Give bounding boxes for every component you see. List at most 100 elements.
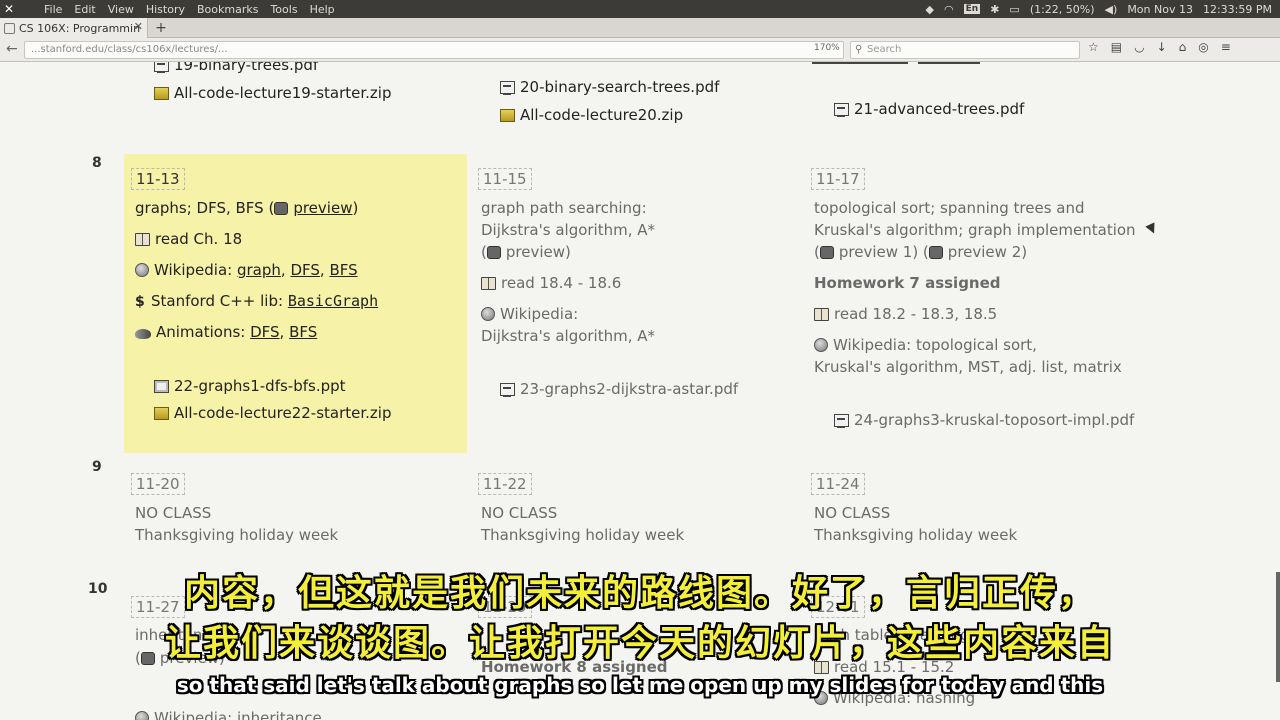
wikipedia-links[interactable]: Dijkstra's algorithm, A* <box>481 327 655 345</box>
video-preview-icon <box>486 246 501 259</box>
preview-links: (preview 1) (preview 2) <box>814 243 1028 261</box>
wikipedia-globe-icon <box>481 307 495 321</box>
mouse-cursor-icon <box>1145 222 1159 236</box>
preview-1-link[interactable]: preview 1 <box>839 243 912 261</box>
page-favicon-icon <box>4 22 15 34</box>
zip-file-icon <box>154 407 169 420</box>
system-tray: ◆ ◠ En ✱ ▭ (1:22, 50%) ◀) Mon Nov 13 12:… <box>926 0 1272 18</box>
file-link[interactable]: 20-binary-search-trees.pdf <box>500 78 719 96</box>
new-tab-button[interactable]: + <box>152 18 170 38</box>
search-placeholder: Search <box>867 44 902 55</box>
menu-tools[interactable]: Tools <box>270 3 297 16</box>
file-link[interactable]: All-code-lecture19-starter.zip <box>154 84 391 102</box>
preview-link[interactable]: (preview) <box>481 243 571 261</box>
lecture-topic-line2: Kruskal's algorithm; graph implementatio… <box>814 221 1136 239</box>
dropbox-icon[interactable]: ◆ <box>926 3 934 16</box>
date-badge: 11-17 <box>811 168 865 190</box>
keyboard-layout-indicator[interactable]: En <box>963 4 981 14</box>
menu-file[interactable]: File <box>44 3 62 16</box>
wikipedia-links[interactable]: Kruskal's algorithm, MST, adj. list, mat… <box>814 358 1122 376</box>
basicgraph-link[interactable]: BasicGraph <box>288 292 378 310</box>
wikipedia-links: Wikipedia: graph, DFS, BFS <box>135 261 358 279</box>
pdf-file-icon <box>500 383 515 397</box>
date-badge: 11-24 <box>811 473 865 495</box>
pdf-file-icon <box>834 103 849 117</box>
search-icon: ⚲ <box>855 44 863 55</box>
battery-status[interactable]: (1:22, 50%) <box>1030 3 1095 16</box>
date-badge: 11-15 <box>478 168 532 190</box>
no-class-label: NO CLASS <box>814 504 891 522</box>
anim-dfs-link[interactable]: DFS <box>250 323 279 341</box>
tab-cs106x[interactable]: CS 106X: Programmin ✕ <box>0 18 148 38</box>
wikipedia-globe-icon <box>135 711 149 720</box>
wiki-graph-link[interactable]: graph <box>237 261 281 279</box>
sync-icon[interactable]: ◎ <box>1198 40 1208 54</box>
anim-bfs-link[interactable]: BFS <box>289 323 317 341</box>
menu-help[interactable]: Help <box>310 3 335 16</box>
zoom-level[interactable]: 170% <box>814 43 840 53</box>
date-badge: 11-22 <box>478 473 532 495</box>
hamburger-menu-icon[interactable]: ≡ <box>1221 40 1231 54</box>
wikipedia-label: Wikipedia: <box>481 305 578 323</box>
tab-strip: CS 106X: Programmin ✕ + <box>0 18 1280 38</box>
reading-list-icon[interactable]: ▤ <box>1111 40 1122 54</box>
downloads-icon[interactable]: ↓ <box>1157 40 1167 54</box>
wikipedia-globe-icon <box>135 263 149 277</box>
homework-assigned: Homework 7 assigned <box>814 274 1001 292</box>
zip-file-icon <box>500 109 515 122</box>
no-class-label: NO CLASS <box>481 504 558 522</box>
reading-assignment: read 18.4 - 18.6 <box>481 274 621 292</box>
file-link[interactable]: 21-advanced-trees.pdf <box>834 100 1024 118</box>
holiday-label: Thanksgiving holiday week <box>481 526 685 544</box>
stanford-lib-link-row: $ Stanford C++ lib: BasicGraph <box>135 292 379 310</box>
file-link[interactable]: All-code-lecture20.zip <box>500 106 683 124</box>
lecture-topic: topological sort; spanning trees and <box>814 199 1085 217</box>
clock-display[interactable]: 12:33:59 PM <box>1203 3 1272 16</box>
pocket-icon[interactable]: ◡ <box>1134 40 1144 54</box>
reading-assignment: read 18.2 - 18.3, 18.5 <box>814 305 997 323</box>
home-icon[interactable]: ⌂ <box>1179 40 1187 54</box>
animations-links: Animations: DFS, BFS <box>135 323 317 341</box>
pdf-file-icon <box>834 414 849 428</box>
stanford-s-icon: $ <box>135 294 145 310</box>
battery-icon[interactable]: ▭ <box>1009 3 1019 16</box>
menu-view[interactable]: View <box>108 3 134 16</box>
back-arrow-icon[interactable]: ← <box>6 41 18 57</box>
no-class-label: NO CLASS <box>135 504 212 522</box>
wikipedia-links[interactable]: Wikipedia: inheritance <box>135 709 322 720</box>
file-link[interactable]: All-code-lecture22-starter.zip <box>154 404 391 422</box>
holiday-label: Thanksgiving holiday week <box>814 526 1018 544</box>
lecture-topic-line2: Dijkstra's algorithm, A* <box>481 221 656 239</box>
url-bar[interactable]: ...stanford.edu/class/cs106x/lectures/..… <box>24 41 844 59</box>
volume-icon[interactable]: ◀) <box>1105 3 1118 16</box>
file-link[interactable]: 23-graphs2-dijkstra-astar.pdf <box>500 380 738 398</box>
tab-close-icon[interactable]: ✕ <box>134 20 143 33</box>
date-badge: 11-20 <box>131 473 185 495</box>
file-link[interactable]: 24-graphs3-kruskal-toposort-impl.pdf <box>834 411 1134 429</box>
wiki-dfs-link[interactable]: DFS <box>290 261 319 279</box>
menu-edit[interactable]: Edit <box>74 3 95 16</box>
date-display[interactable]: Mon Nov 13 <box>1127 3 1193 16</box>
menu-bookmarks[interactable]: Bookmarks <box>197 3 258 16</box>
ppt-file-icon <box>154 380 169 393</box>
wiki-bfs-link[interactable]: BFS <box>329 261 357 279</box>
bluetooth-icon[interactable]: ✱ <box>990 3 999 16</box>
book-icon <box>814 308 829 321</box>
wifi-icon[interactable]: ◠ <box>944 3 954 16</box>
wikipedia-globe-icon <box>814 338 828 352</box>
url-text: ...stanford.edu/class/cs106x/lectures/..… <box>31 44 228 55</box>
week-number: 9 <box>92 459 102 475</box>
preview-link[interactable]: preview <box>293 199 352 217</box>
pdf-file-icon <box>154 62 169 73</box>
tab-title: CS 106X: Programmin <box>19 21 141 35</box>
menu-history[interactable]: History <box>146 3 185 16</box>
divider <box>812 62 908 64</box>
bookmark-star-icon[interactable]: ☆ <box>1088 40 1099 54</box>
search-input[interactable]: ⚲ Search <box>850 41 1080 59</box>
preview-2-link[interactable]: preview 2 <box>948 243 1021 261</box>
file-link[interactable]: 22-graphs1-dfs-bfs.ppt <box>154 377 346 395</box>
lecture-topic: graphs; DFS, BFS (preview) <box>135 199 359 217</box>
wikipedia-label[interactable]: Wikipedia: topological sort, <box>814 336 1037 354</box>
window-close-icon[interactable]: ✕ <box>0 2 18 16</box>
file-link[interactable]: 19-binary-trees.pdf <box>154 62 318 74</box>
